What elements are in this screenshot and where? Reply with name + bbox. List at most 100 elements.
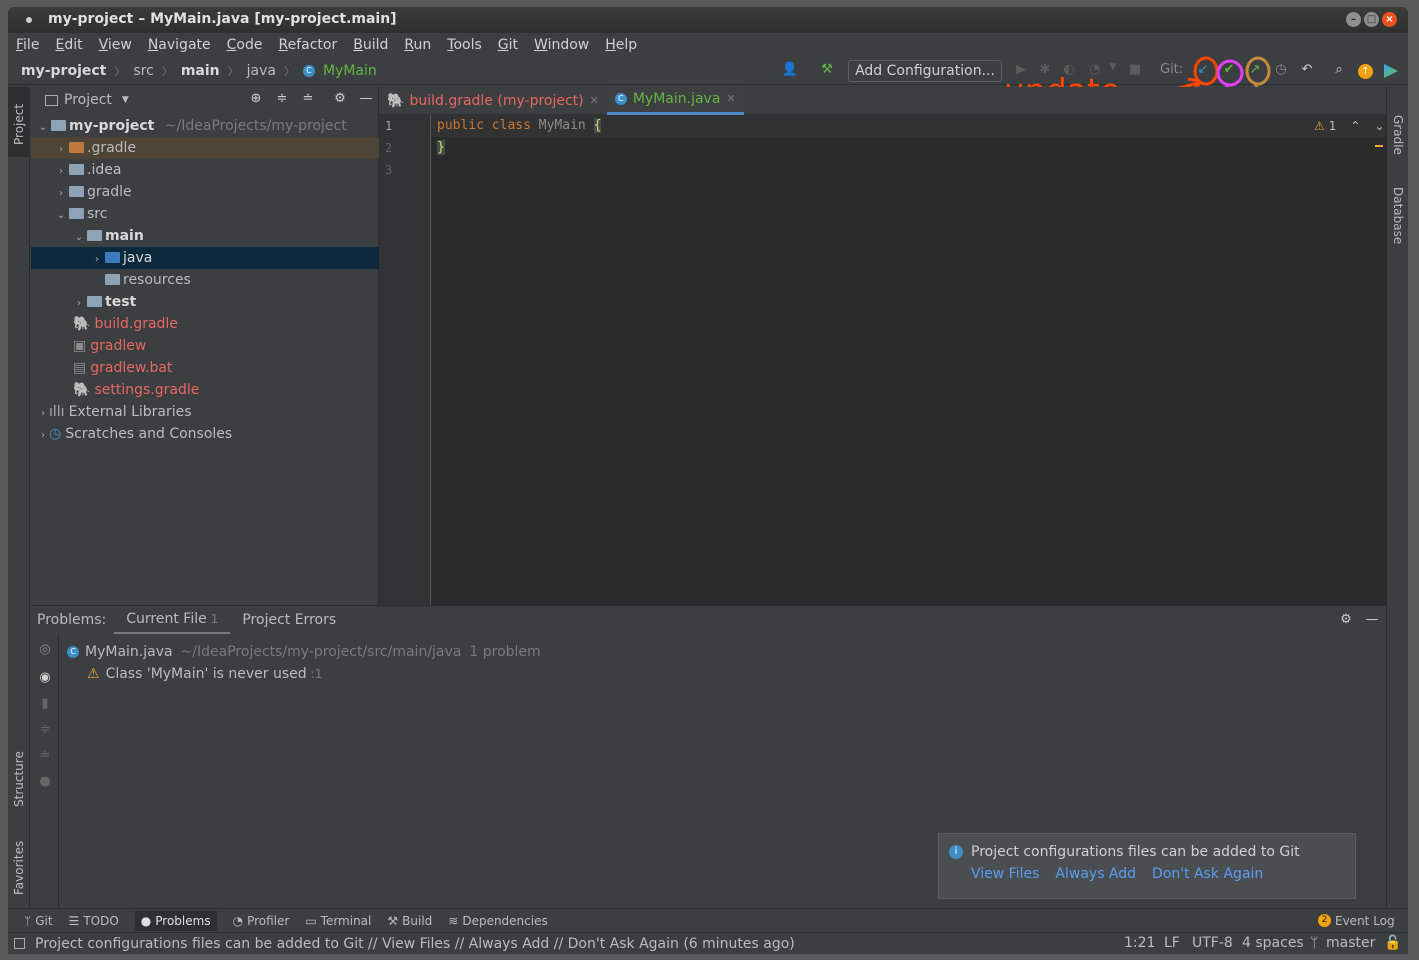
chevron-right-icon[interactable]: › — [91, 249, 103, 271]
rollback-icon[interactable]: ↶ — [1298, 62, 1316, 82]
preview-icon[interactable]: ▮ — [36, 696, 54, 711]
chevron-right-icon[interactable]: › — [55, 183, 67, 205]
tree-item-gradle[interactable]: › gradle — [31, 181, 379, 203]
chevron-down-icon[interactable]: ⌄ — [1374, 119, 1384, 133]
breadcrumb-class[interactable]: MyMain — [323, 63, 377, 79]
close-icon[interactable]: × — [1382, 12, 1397, 27]
chevron-down-icon[interactable]: ⌄ — [73, 227, 85, 249]
status-message[interactable]: Project configurations files can be adde… — [35, 936, 795, 952]
tool-todo[interactable]: ☰ TODO — [69, 914, 119, 928]
git-branch[interactable]: master — [1326, 935, 1375, 951]
eye-icon[interactable]: ◉ — [36, 670, 54, 685]
search-icon[interactable]: ⌕ — [1330, 62, 1348, 82]
line-separator[interactable]: LF — [1164, 935, 1180, 951]
chevron-down-icon[interactable]: ▼ — [122, 95, 129, 105]
auto-scroll-icon[interactable]: ◎ — [36, 642, 54, 657]
menu-build[interactable]: Build — [345, 33, 396, 57]
close-tab-icon[interactable]: ✕ — [726, 85, 735, 113]
tree-item-gradle-dir[interactable]: › .gradle — [31, 137, 379, 159]
menu-file[interactable]: File — [8, 33, 47, 57]
menu-code[interactable]: Code — [219, 33, 271, 57]
menu-window[interactable]: Window — [526, 33, 597, 57]
chevron-right-icon[interactable]: › — [37, 425, 49, 447]
menu-git[interactable]: Git — [490, 33, 526, 57]
breadcrumb-project[interactable]: my-project — [21, 63, 106, 79]
locate-icon[interactable]: ⊕ — [247, 91, 265, 106]
tree-item-resources[interactable]: resources — [31, 269, 379, 291]
hammer-icon[interactable]: ⚒ — [818, 62, 836, 82]
tool-dependencies[interactable]: ≋ Dependencies — [448, 914, 547, 928]
maximize-icon[interactable]: □ — [1364, 12, 1379, 27]
tree-item-idea[interactable]: › .idea — [31, 159, 379, 181]
tree-item-build-gradle[interactable]: 🐘 build.gradle — [31, 313, 379, 335]
side-tab-favorites[interactable]: Favorites — [12, 841, 26, 895]
tab-build-gradle[interactable]: 🐘 build.gradle (my-project) ✕ — [379, 87, 607, 115]
gear-icon[interactable]: ⚙ — [1337, 612, 1355, 627]
tree-item-gradlew[interactable]: ▣ gradlew — [31, 335, 379, 357]
menu-navigate[interactable]: Navigate — [140, 33, 219, 57]
chevron-right-icon[interactable]: › — [37, 403, 49, 425]
collapse-all-icon[interactable]: ≐ — [36, 748, 54, 763]
lock-icon[interactable]: 🔓 — [1384, 935, 1401, 951]
tool-git[interactable]: ᛘ Git — [24, 914, 53, 928]
tree-item-scratches[interactable]: › ◷ Scratches and Consoles — [31, 423, 379, 445]
minimize-icon[interactable]: – — [1346, 12, 1361, 27]
side-tab-gradle[interactable]: Gradle — [1391, 115, 1405, 155]
always-add-link[interactable]: Always Add — [1055, 866, 1136, 882]
tool-problems[interactable]: ● Problems — [134, 910, 217, 931]
menu-view[interactable]: View — [91, 33, 140, 57]
expand-all-icon[interactable]: ≑ — [273, 91, 291, 106]
file-encoding[interactable]: UTF-8 — [1192, 935, 1233, 951]
tool-event-log[interactable]: 2 Event Log — [1318, 914, 1395, 928]
tree-item-settings-gradle[interactable]: 🐘 settings.gradle — [31, 379, 379, 401]
menu-run[interactable]: Run — [396, 33, 439, 57]
tree-item-my-project[interactable]: ⌄ my-project ~/IdeaProjects/my-project — [31, 115, 379, 137]
view-files-link[interactable]: View Files — [971, 866, 1039, 882]
tool-windows-icon[interactable] — [14, 938, 25, 949]
menu-help[interactable]: Help — [597, 33, 645, 57]
menu-refactor[interactable]: Refactor — [270, 33, 345, 57]
breadcrumb-src[interactable]: src — [133, 63, 153, 79]
tree-item-main[interactable]: ⌄ main — [31, 225, 379, 247]
chevron-right-icon[interactable]: › — [55, 161, 67, 183]
warning-stripe[interactable] — [1375, 145, 1383, 147]
collapse-all-icon[interactable]: ≐ — [299, 91, 317, 106]
caret-position[interactable]: 1:21 — [1124, 935, 1155, 951]
tree-item-src[interactable]: ⌄ src — [31, 203, 379, 225]
dont-ask-again-link[interactable]: Don't Ask Again — [1152, 866, 1263, 882]
chevron-up-icon[interactable]: ⌃ — [1350, 119, 1360, 133]
close-tab-icon[interactable]: ✕ — [590, 87, 599, 115]
chevron-right-icon[interactable]: › — [55, 139, 67, 161]
problem-item[interactable]: ⚠ Class 'MyMain' is never used :1 — [87, 666, 322, 682]
bulb-icon[interactable]: ● — [36, 774, 54, 789]
hide-icon[interactable]: — — [1363, 612, 1381, 627]
side-tab-project[interactable]: Project — [12, 104, 26, 145]
chevron-down-icon[interactable]: ⌄ — [37, 117, 49, 139]
project-view-title[interactable]: Project — [64, 92, 112, 108]
side-tab-database[interactable]: Database — [1391, 187, 1405, 244]
breadcrumb-java[interactable]: java — [247, 63, 276, 79]
tree-item-gradlew-bat[interactable]: ▤ gradlew.bat — [31, 357, 379, 379]
add-configuration-button[interactable]: Add Configuration... — [848, 60, 1002, 82]
menu-edit[interactable]: Edit — [47, 33, 90, 57]
tool-profiler[interactable]: ◔ Profiler — [233, 914, 290, 928]
chevron-down-icon[interactable]: ⌄ — [55, 205, 67, 227]
problem-file-row[interactable]: C MyMain.java ~/IdeaProjects/my-project/… — [67, 644, 541, 660]
hide-icon[interactable]: — — [357, 91, 375, 106]
indent-setting[interactable]: 4 spaces — [1242, 935, 1304, 951]
side-tab-structure[interactable]: Structure — [12, 751, 26, 807]
breadcrumb-main[interactable]: main — [181, 63, 220, 79]
chevron-right-icon[interactable]: › — [73, 293, 85, 315]
update-available-icon[interactable]: ↑ — [1358, 64, 1373, 79]
tool-terminal[interactable]: ▭ Terminal — [305, 914, 371, 928]
tree-item-test[interactable]: › test — [31, 291, 379, 313]
tree-item-java[interactable]: › java — [31, 247, 379, 269]
menu-tools[interactable]: Tools — [439, 33, 490, 57]
expand-all-icon[interactable]: ≑ — [36, 722, 54, 737]
code-content[interactable]: public class MyMain { } — [437, 115, 602, 159]
tab-project-errors[interactable]: Project Errors — [230, 606, 348, 634]
tab-current-file[interactable]: Current File 1 — [114, 606, 231, 634]
tool-build[interactable]: ⚒ Build — [387, 914, 432, 928]
tree-item-external-libraries[interactable]: › ıllı External Libraries — [31, 401, 379, 423]
inspection-widget[interactable]: ⚠ 1 ⌃ ⌄ — [1314, 119, 1385, 133]
